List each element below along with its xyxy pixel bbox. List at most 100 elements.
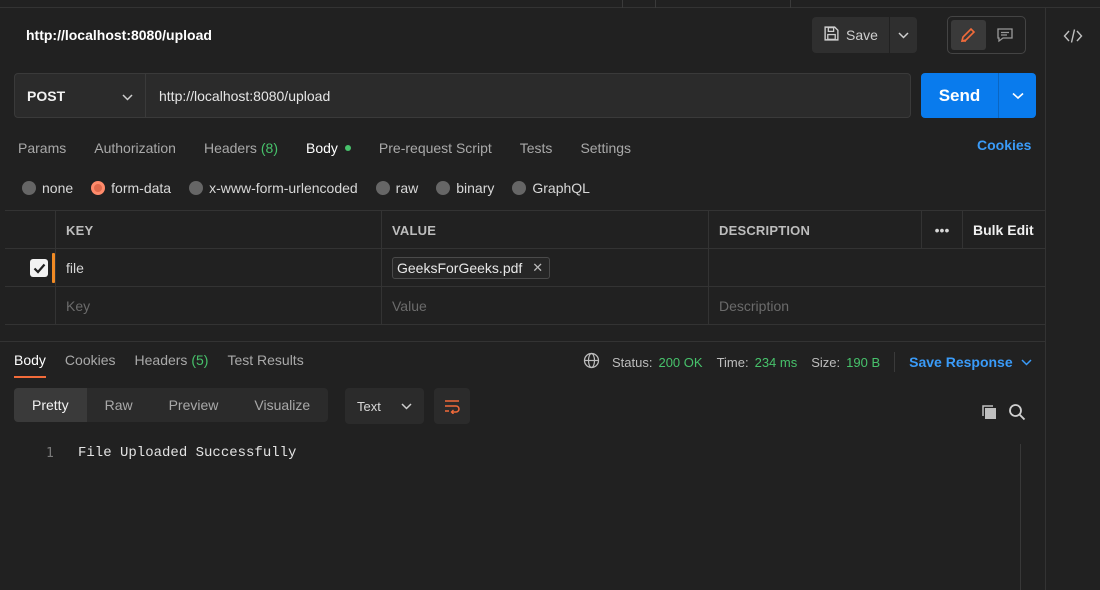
response-divider[interactable] [0,341,1045,342]
size-value[interactable]: 190 B [846,355,880,370]
radio-label: none [42,180,74,196]
edit-comment-toggle [947,16,1026,54]
radio-label: x-www-form-urlencoded [209,180,358,196]
row-description[interactable] [708,249,1045,287]
body-type-radios: none form-data x-www-form-urlencoded raw… [22,180,608,196]
radio-raw[interactable]: raw [375,180,418,196]
radio-x-www-form-urlencoded[interactable]: x-www-form-urlencoded [189,180,358,196]
response-view-modes: Pretty Raw Preview Visualize [14,388,329,422]
row-key[interactable]: file [55,249,381,287]
radio-label: GraphQL [532,180,590,196]
save-button[interactable]: Save [812,17,917,53]
table-row: file GeeksForGeeks.pdf ✕ [5,249,1045,287]
method-select[interactable]: POST [14,73,146,118]
save-action[interactable]: Save [812,17,890,53]
radio-circle [436,181,451,195]
cookies-link[interactable]: Cookies [977,137,1031,153]
response-tab-headers[interactable]: Headers (5) [135,352,209,378]
response-tab-body[interactable]: Body [14,352,46,378]
line-number: 1 [46,446,54,461]
tab-pre-request-script[interactable]: Pre-request Script [379,136,492,160]
status-value[interactable]: 200 OK [658,355,702,370]
radio-binary[interactable]: binary [436,180,494,196]
key-input[interactable]: Key [55,287,381,325]
view-raw[interactable]: Raw [87,388,151,422]
row-check-cell [5,249,55,287]
tab-label: Authorization [94,140,176,156]
search-icon[interactable] [1008,403,1026,424]
view-pretty[interactable]: Pretty [14,388,87,422]
row-value[interactable]: GeeksForGeeks.pdf ✕ [381,249,708,287]
save-response-label: Save Response [909,354,1013,370]
row-check-cell [5,287,55,325]
description-input[interactable]: Description [708,287,1045,325]
chevron-down-icon [401,402,412,410]
time-label: Time: [716,354,749,370]
tab-label: Body [306,140,338,156]
edit-mode-pencil-icon[interactable] [951,20,986,50]
radio-graphql[interactable]: GraphQL [512,180,590,196]
tab-label: Test Results [227,352,304,368]
tab-body[interactable]: Body [306,136,351,160]
response-format-select[interactable]: Text [345,388,424,424]
tab-label: Tests [519,140,553,156]
tab-label: Headers [203,140,257,156]
code-snippet-icon[interactable] [1059,22,1087,50]
radio-circle [512,181,527,195]
column-header-description: DESCRIPTION [708,211,921,249]
column-header-key: KEY [55,211,381,249]
tab-headers[interactable]: Headers (8) [204,136,278,160]
right-sidebar [1045,8,1100,590]
remove-file-close-icon[interactable]: ✕ [532,260,543,276]
response-line: File Uploaded Successfully [78,445,297,461]
globe-icon[interactable] [583,352,600,372]
request-workspace: http://localhost:8080/upload Save POST S… [0,8,1045,590]
url-input[interactable] [146,73,911,118]
tab-label: Pre-request Script [378,140,492,156]
tab-settings[interactable]: Settings [580,136,631,160]
response-tab-test-results[interactable]: Test Results [227,352,303,378]
wrap-lines-icon[interactable] [434,388,470,424]
send-options-chevron-down-icon[interactable] [999,92,1036,100]
tab-tests[interactable]: Tests [520,136,553,160]
save-response-button[interactable]: Save Response [909,354,1032,370]
file-name: GeeksForGeeks.pdf [397,260,523,276]
bulk-edit-button[interactable]: Bulk Edit [962,211,1045,249]
comments-icon[interactable] [988,20,1023,50]
tab-divider [655,0,656,8]
tab-params[interactable]: Params [18,136,66,160]
method-value: POST [27,87,66,104]
radio-label: form-data [111,180,172,196]
top-tab-strip [0,0,1100,8]
view-preview[interactable]: Preview [151,388,237,422]
response-body-editor[interactable]: 1 File Uploaded Successfully [0,438,1045,590]
value-input[interactable]: Value [381,287,708,325]
send-button[interactable]: Send [921,73,1036,118]
table-header-row: KEY VALUE DESCRIPTION ••• Bulk Edit [5,211,1045,249]
save-options-chevron-down-icon[interactable] [890,31,917,39]
request-title[interactable]: http://localhost:8080/upload [26,27,212,43]
response-meta: Status: 200 OK Time: 234 ms Size: 190 B … [583,352,1032,372]
file-chip: GeeksForGeeks.pdf ✕ [392,257,551,279]
more-options-icon[interactable]: ••• [921,211,962,249]
copy-icon[interactable] [980,403,998,424]
tab-authorization[interactable]: Authorization [94,136,176,160]
table-row-empty: Key Value Description [5,287,1045,325]
row-checkbox[interactable] [30,259,48,277]
status-label: Status: [612,354,653,370]
body-modified-dot [344,145,351,151]
radio-form-data[interactable]: form-data [91,180,171,196]
save-label: Save [846,27,878,43]
radio-circle-selected [91,181,106,195]
save-icon [823,25,840,45]
tab-label: Body [14,352,46,368]
time-value[interactable]: 234 ms [755,355,798,370]
meta-divider [894,352,896,372]
column-header-value: VALUE [381,211,708,249]
header-check-cell [5,211,55,249]
view-visualize[interactable]: Visualize [236,388,328,422]
radio-none[interactable]: none [22,180,73,196]
editor-scrollbar[interactable] [1020,444,1034,590]
response-tab-cookies[interactable]: Cookies [65,352,116,378]
tab-label: Params [18,140,67,156]
